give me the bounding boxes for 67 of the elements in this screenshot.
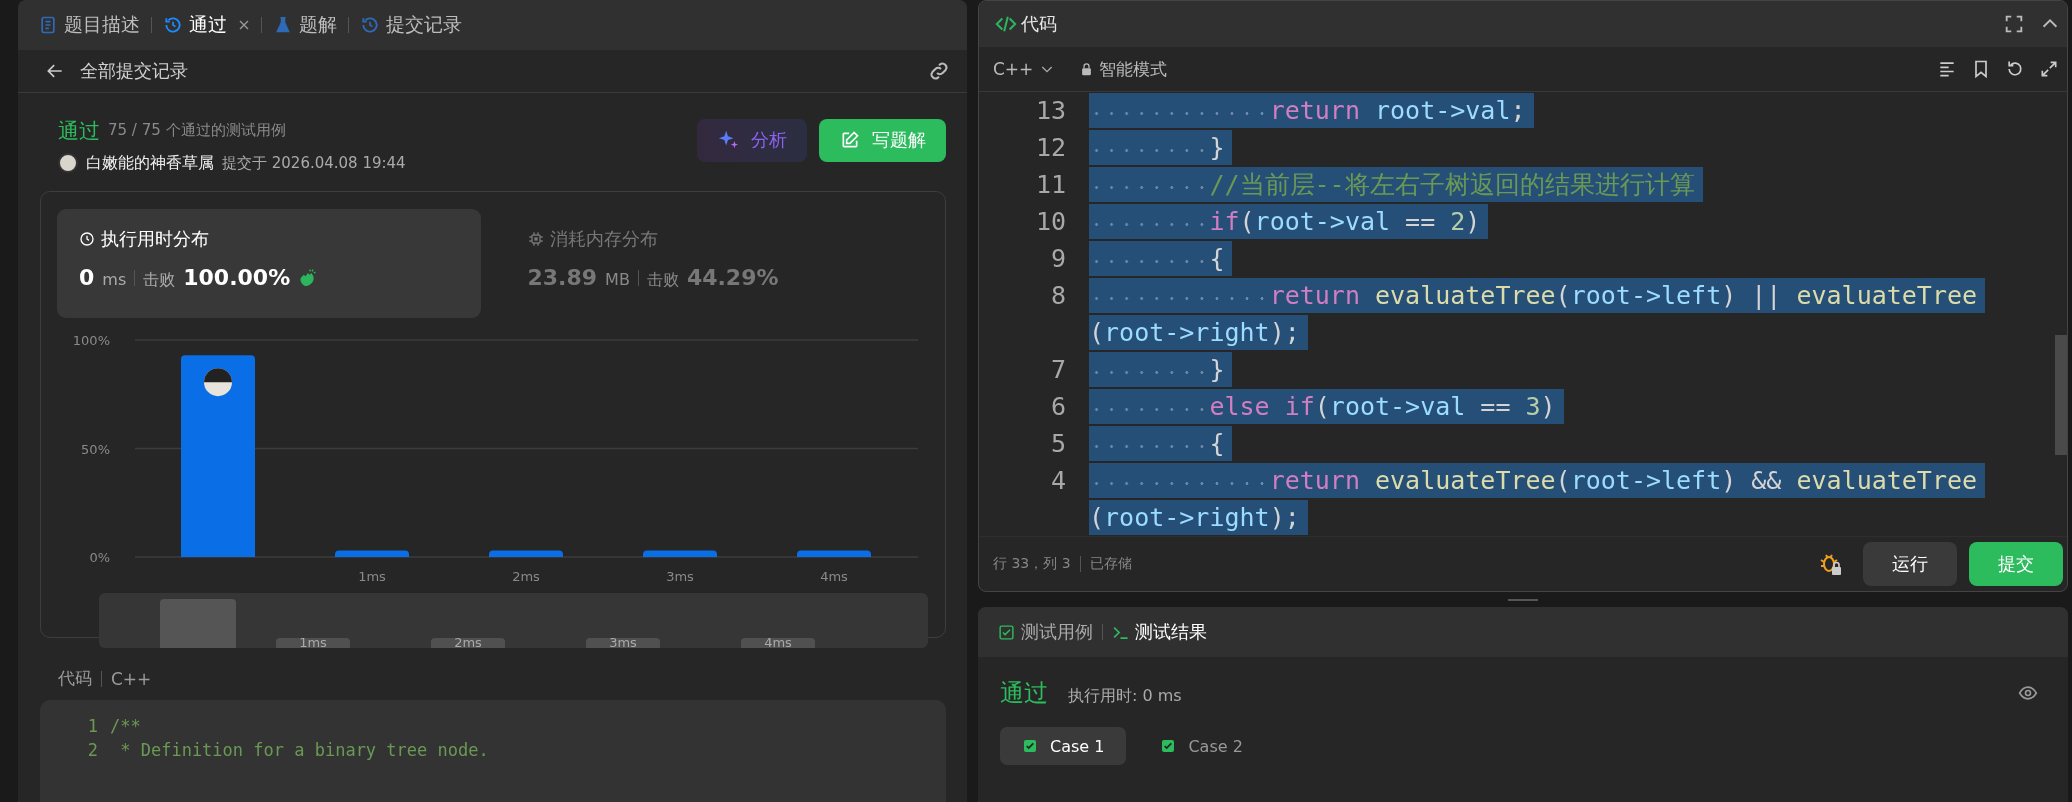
history-icon [163,15,183,35]
stat-tab[interactable]: 消耗内存分布 23.89 MB 击败 44.29% [505,209,929,318]
line-number: 12 [1034,133,1067,162]
case-tab[interactable]: Case 1 [1000,727,1127,765]
tab[interactable]: 题解 [271,8,339,42]
status-text: 通过 [58,117,100,145]
case-tab[interactable]: Case 2 [1138,727,1265,765]
line-number: 9 [1049,244,1067,273]
tab[interactable]: 题目描述 [36,8,142,42]
line-number: 10 [1034,207,1067,236]
axis-label: 100% [72,333,110,348]
fullscreen-icon [2003,13,2025,35]
sparkle-icon [717,129,739,151]
tab[interactable]: 提交记录 [358,8,464,42]
line-number: 11 [1034,170,1067,199]
runtime-text: 执行用时: 0 ms [1068,686,1182,707]
tab[interactable]: 测试用例 [998,620,1093,644]
tab[interactable]: 通过 [161,8,229,42]
stat-tab[interactable]: 执行用时分布 0 ms 击败 100.00% [57,209,481,318]
document-icon [38,15,58,35]
eye-icon [2018,683,2038,703]
cursor-position: 行 33，列 3 [993,555,1071,573]
axis-label: 1ms [358,569,386,584]
mode-toggle[interactable]: 智能模式 [1079,57,1168,81]
code-title: 代码 [58,667,92,690]
line-number: 8 [1049,281,1067,310]
range-label: 2ms [431,635,505,648]
save-status: 已存储 [1089,555,1132,573]
axis-label: 50% [81,441,110,457]
scrollbar[interactable] [2055,335,2067,455]
line-number: 6 [1049,392,1067,421]
range-label: 4ms [741,635,815,648]
axis-label: 0% [89,550,110,565]
range-label: 3ms [586,635,660,648]
line-number: 4 [1049,466,1067,495]
checkbox-icon [998,623,1015,641]
avatar [204,368,232,397]
line-number: 2 [86,740,99,760]
axis-label: 3ms [666,569,694,584]
reset-icon [2005,59,2025,79]
line-number: 1 [86,716,99,736]
line-number: 5 [1049,429,1067,458]
code-line: /** [110,716,141,736]
panel-title: 代码 [1021,12,1057,36]
back-link[interactable]: 全部提交记录 [45,59,188,83]
status-text: 通过 [1000,678,1048,709]
link-icon [927,59,951,83]
code-line: * Definition for a binary tree node. [119,740,489,760]
submit-time: 提交于 2026.04.08 19:44 [222,153,406,173]
run-button[interactable]: 运行 [1863,542,1957,586]
tab[interactable]: 测试结果 [1112,620,1207,644]
language-select[interactable]: C++ [993,59,1056,79]
line-number: 7 [1049,355,1067,384]
format-icon [1937,59,1957,79]
history-icon [360,15,380,35]
range-label: 1ms [276,635,350,648]
axis-label: 4ms [820,569,848,584]
chip-icon [527,231,544,247]
language-label: C++ [111,668,152,689]
cases-passed: 75 / 75 个通过的测试用例 [108,121,286,140]
user-name: 白嫩能的神香草属 [86,152,214,174]
axis-label: 2ms [512,569,540,584]
clock-icon [79,231,95,247]
avatar [58,153,78,173]
line-number: 13 [1034,96,1067,125]
expand-icon [2039,59,2059,79]
bug-lock-icon [1819,552,1843,576]
